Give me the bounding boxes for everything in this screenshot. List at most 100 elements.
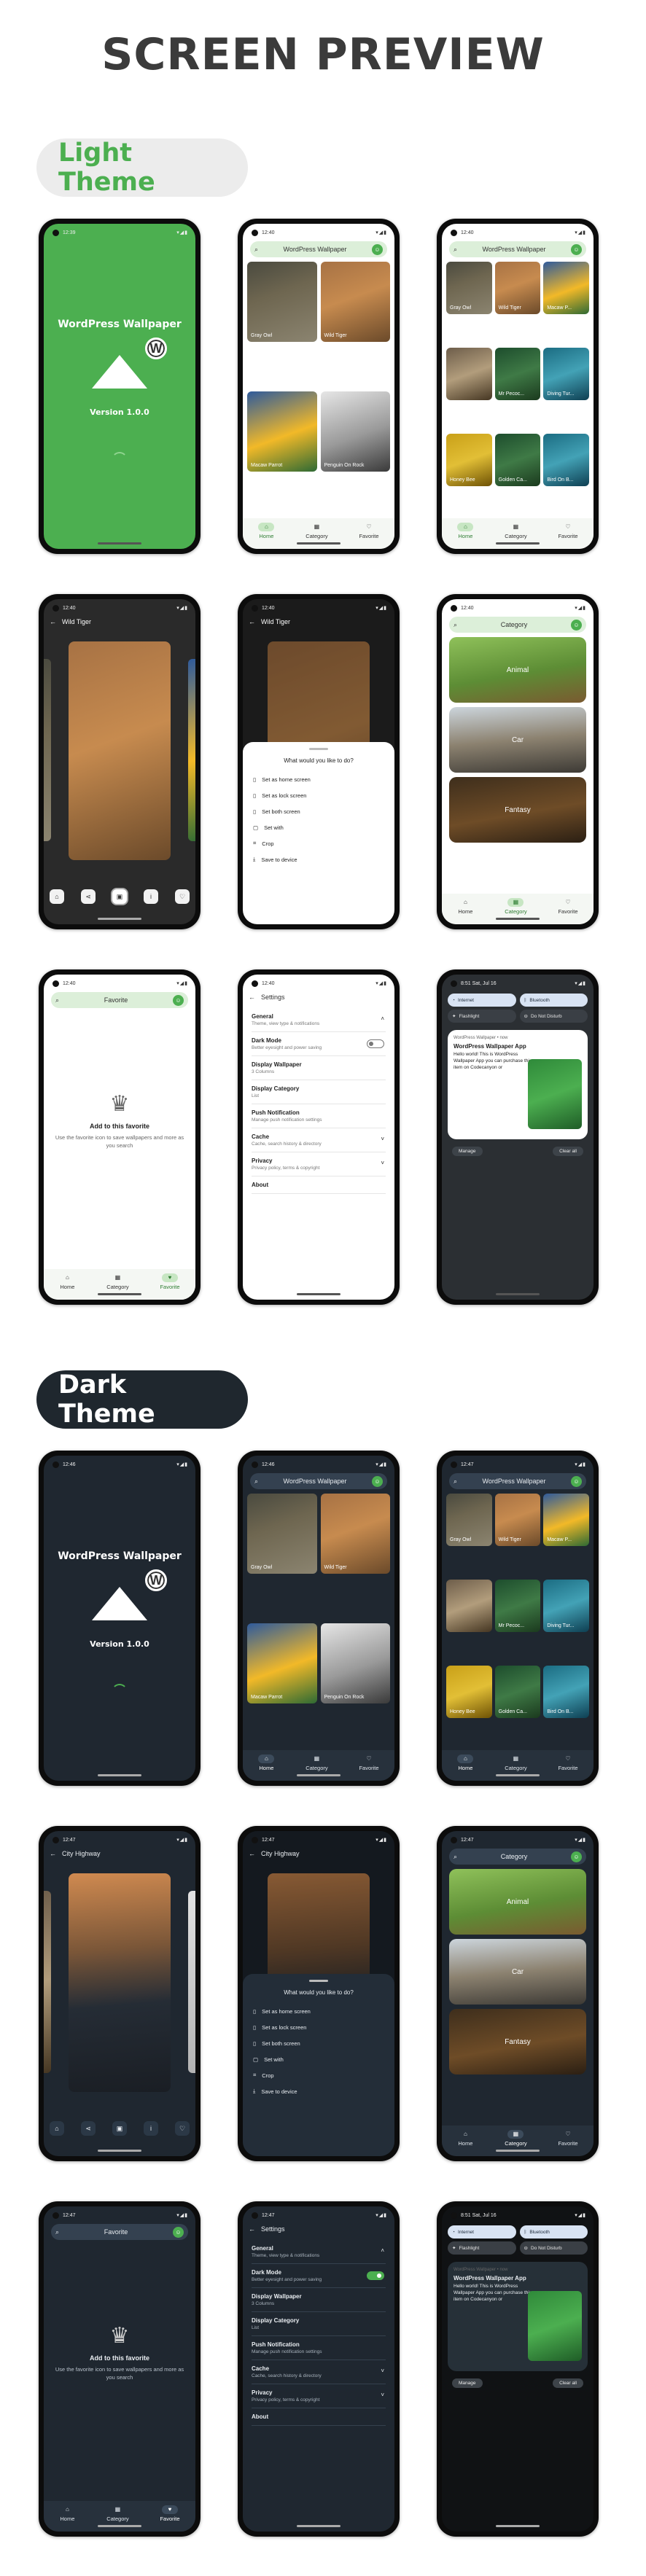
sheet-item-crop[interactable]: ⌗ Crop — [253, 2067, 384, 2083]
sheet-item-lock[interactable]: ▯ Set as lock screen — [253, 787, 384, 803]
back-arrow-icon[interactable]: ← — [50, 618, 56, 625]
set-wallpaper-icon[interactable]: ▣ — [112, 2121, 127, 2136]
category-card[interactable]: Animal — [449, 1869, 586, 1935]
notification-card[interactable]: WordPress Wallpaper • now WordPress Wall… — [448, 1030, 588, 1139]
info-icon[interactable]: i — [144, 2121, 158, 2136]
sheet-item-set-with[interactable]: ▢ Set with — [253, 2051, 384, 2067]
wallpaper-tile[interactable]: Bird On B... — [543, 434, 589, 486]
search-bar[interactable]: ⌕ WordPress Wallpaper ☺ — [250, 241, 387, 257]
qs-internet[interactable]: ◔ Internet — [448, 994, 516, 1007]
wallpaper-tile[interactable]: Macaw Parrot — [247, 1623, 317, 1703]
wallpaper-tile[interactable]: Diving Tur... — [543, 348, 589, 400]
dark-mode-toggle[interactable] — [367, 2271, 384, 2280]
wallpaper-tile[interactable]: Penguin On Rock — [320, 1623, 390, 1703]
wallpaper-tile[interactable] — [446, 348, 492, 400]
settings-display-category[interactable]: Display Category List — [252, 1080, 386, 1104]
avatar[interactable]: ☺ — [571, 1475, 582, 1487]
qs-flashlight[interactable]: ✦ Flashlight — [448, 1010, 516, 1023]
next-wallpaper[interactable] — [188, 1891, 195, 2073]
sheet-item-lock[interactable]: ▯ Set as lock screen — [253, 2019, 384, 2035]
avatar[interactable]: ☺ — [571, 1851, 582, 1862]
wallpaper-tile[interactable]: Gray Owl — [446, 1494, 492, 1546]
sheet-item-save[interactable]: ⤓ Save to device — [253, 2083, 384, 2099]
home-icon[interactable]: ⌂ — [50, 889, 64, 904]
avatar[interactable]: ☺ — [173, 2226, 184, 2238]
wallpaper-tile[interactable] — [446, 1580, 492, 1632]
search-bar[interactable]: ⌕ WordPress Wallpaper ☺ — [449, 1473, 586, 1489]
back-arrow-icon[interactable]: ← — [249, 2225, 255, 2233]
prev-wallpaper[interactable] — [44, 1891, 51, 2073]
share-icon[interactable]: ⋖ — [81, 2121, 96, 2136]
wallpaper-tile[interactable]: Macaw P... — [543, 1494, 589, 1546]
nav-favorite[interactable]: ♥ Favorite — [160, 1273, 180, 1290]
notification-card[interactable]: WordPress Wallpaper • now WordPress Wall… — [448, 2262, 588, 2371]
avatar[interactable]: ☺ — [372, 243, 383, 255]
info-icon[interactable]: i — [144, 889, 158, 904]
sheet-item-home[interactable]: ▯ Set as home screen — [253, 2003, 384, 2019]
wallpaper-tile[interactable]: Wild Tiger — [320, 262, 390, 342]
settings-privacy[interactable]: Privacy Privacy policy, terms & copyright… — [252, 1152, 386, 1176]
settings-display-wallpaper[interactable]: Display Wallpaper 3 Columns — [252, 1056, 386, 1080]
sheet-item-set-with[interactable]: ▢ Set with — [253, 819, 384, 835]
settings-push-notification[interactable]: Push Notification Manage push notificatio… — [252, 2336, 386, 2360]
category-card[interactable]: Fantasy — [449, 777, 586, 843]
nav-home[interactable]: ⌂ Home — [457, 898, 473, 915]
settings-cache[interactable]: Cache Cache, search history & directory ˅ — [252, 2360, 386, 2384]
wallpaper-tile[interactable]: Wild Tiger — [320, 1494, 390, 1574]
search-bar[interactable]: ⌕ WordPress Wallpaper ☺ — [449, 241, 586, 257]
wallpaper-tile[interactable]: Honey Bee — [446, 434, 492, 486]
dark-mode-toggle[interactable] — [367, 1039, 384, 1048]
settings-about[interactable]: About — [252, 2408, 386, 2426]
wallpaper-tile[interactable]: Gray Owl — [446, 262, 492, 314]
settings-general[interactable]: General Theme, view type & notifications ˄ — [252, 1008, 386, 1032]
sheet-item-both[interactable]: ▯ Set both screen — [253, 803, 384, 819]
wallpaper-tile[interactable]: Penguin On Rock — [320, 391, 390, 472]
settings-dark-mode[interactable]: Dark Mode Better eyesight and power savin… — [252, 2264, 386, 2288]
nav-home[interactable]: ⌂ Home — [457, 2130, 473, 2147]
settings-privacy[interactable]: Privacy Privacy policy, terms & copyright… — [252, 2384, 386, 2408]
wallpaper-tile[interactable]: Golden Ca... — [494, 1666, 541, 1718]
nav-category[interactable]: ▦ Category — [306, 1755, 327, 1771]
back-arrow-icon[interactable]: ← — [249, 994, 255, 1001]
sheet-item-crop[interactable]: ⌗ Crop — [253, 835, 384, 851]
qs-flashlight[interactable]: ✦ Flashlight — [448, 2241, 516, 2255]
qs-bluetooth[interactable]: ᛒ Bluetooth — [519, 2225, 588, 2239]
wallpaper-tile[interactable]: Wild Tiger — [494, 262, 541, 314]
settings-display-wallpaper[interactable]: Display Wallpaper 3 Columns — [252, 2288, 386, 2312]
back-arrow-icon[interactable]: ← — [249, 618, 255, 625]
nav-category[interactable]: ▦ Category — [505, 897, 527, 915]
wallpaper-tile[interactable]: Wild Tiger — [494, 1494, 541, 1546]
next-wallpaper[interactable] — [188, 659, 195, 841]
nav-favorite[interactable]: ♡ Favorite — [558, 1755, 577, 1771]
nav-favorite[interactable]: ♡ Favorite — [558, 523, 577, 539]
manage-button[interactable]: Manage — [452, 1147, 483, 1156]
sheet-item-both[interactable]: ▯ Set both screen — [253, 2035, 384, 2051]
category-card[interactable]: Animal — [449, 637, 586, 703]
nav-home[interactable]: ⌂ Home — [457, 522, 474, 539]
nav-home[interactable]: ⌂ Home — [258, 522, 275, 539]
nav-favorite[interactable]: ♡ Favorite — [359, 523, 378, 539]
nav-category[interactable]: ▦ Category — [505, 1755, 526, 1771]
sheet-item-home[interactable]: ▯ Set as home screen — [253, 771, 384, 787]
category-card[interactable]: Fantasy — [449, 2009, 586, 2075]
search-bar[interactable]: ⌕ WordPress Wallpaper ☺ — [250, 1473, 387, 1489]
prev-wallpaper[interactable] — [44, 659, 51, 841]
share-icon[interactable]: ⋖ — [81, 889, 96, 904]
clear-all-button[interactable]: Clear all — [553, 2378, 583, 2388]
category-card[interactable]: Car — [449, 707, 586, 773]
avatar[interactable]: ☺ — [571, 243, 582, 255]
settings-display-category[interactable]: Display Category List — [252, 2312, 386, 2336]
settings-dark-mode[interactable]: Dark Mode Better eyesight and power savin… — [252, 1032, 386, 1056]
nav-home[interactable]: ⌂ Home — [59, 2505, 75, 2522]
settings-general[interactable]: General Theme, view type & notifications ˄ — [252, 2240, 386, 2264]
settings-about[interactable]: About — [252, 1176, 386, 1194]
nav-category[interactable]: ▦ Category — [106, 2505, 128, 2522]
settings-cache[interactable]: Cache Cache, search history & directory ˅ — [252, 1128, 386, 1152]
nav-category[interactable]: ▦ Category — [306, 523, 327, 539]
clear-all-button[interactable]: Clear all — [553, 1147, 583, 1156]
nav-category[interactable]: ▦ Category — [505, 523, 526, 539]
heart-icon[interactable]: ♡ — [175, 2121, 190, 2136]
wallpaper-tile[interactable]: Bird On B... — [543, 1666, 589, 1718]
nav-favorite[interactable]: ♡ Favorite — [359, 1755, 378, 1771]
wallpaper-tile[interactable]: Macaw P... — [543, 262, 589, 314]
